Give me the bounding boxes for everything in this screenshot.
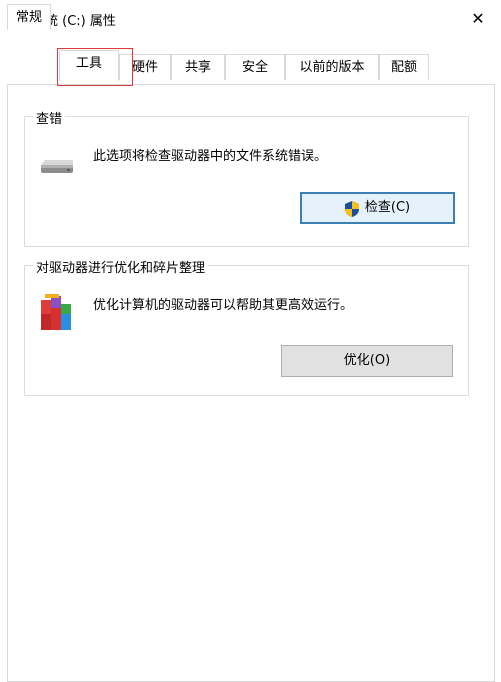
title-bar: 系统 (C:) 属性 ✕ (0, 0, 501, 38)
error-check-group: 查错 此选项将检查驱动器中的文件系统错误。 检查(C) (24, 108, 469, 247)
tab-quota[interactable]: 配额 (379, 54, 429, 80)
tab-label: 常规 (15, 10, 42, 25)
check-button[interactable]: 检查(C) (300, 192, 455, 224)
tab-label: 以前的版本 (299, 60, 365, 75)
defrag-icon (41, 294, 71, 330)
tab-security[interactable]: 安全 (225, 54, 285, 80)
optimize-button[interactable]: 优化(O) (281, 345, 453, 377)
check-description: 此选项将检查驱动器中的文件系统错误。 (93, 149, 328, 164)
tab-sharing[interactable]: 共享 (171, 54, 225, 80)
tab-hardware[interactable]: 硬件 (119, 54, 171, 80)
tab-general[interactable]: 常规 (7, 4, 51, 30)
group-title: 查错 (33, 108, 66, 127)
optimize-button-label: 优化(O) (343, 353, 391, 368)
optimize-description: 优化计算机的驱动器可以帮助其更高效运行。 (93, 298, 354, 313)
tab-label: 安全 (241, 60, 268, 75)
check-button-label: 检查(C) (364, 200, 411, 215)
close-button[interactable]: ✕ (455, 0, 501, 38)
tab-panel: 查错 此选项将检查驱动器中的文件系统错误。 检查(C) 对驱动器进行优化和碎片整… (7, 84, 495, 682)
tab-label: 配额 (390, 60, 417, 75)
tab-previous-versions[interactable]: 以前的版本 (285, 54, 379, 80)
tab-label: 共享 (184, 60, 211, 75)
tab-tools[interactable]: 工具 (59, 50, 119, 81)
tab-label: 硬件 (131, 60, 158, 75)
uac-shield-icon (345, 201, 359, 217)
tab-label: 工具 (75, 56, 102, 71)
group-title: 对驱动器进行优化和碎片整理 (33, 257, 209, 276)
optimize-group: 对驱动器进行优化和碎片整理 优化计算机的驱动器可以帮助其更高效运行。 优化(O) (24, 257, 469, 396)
drive-icon (41, 160, 73, 173)
